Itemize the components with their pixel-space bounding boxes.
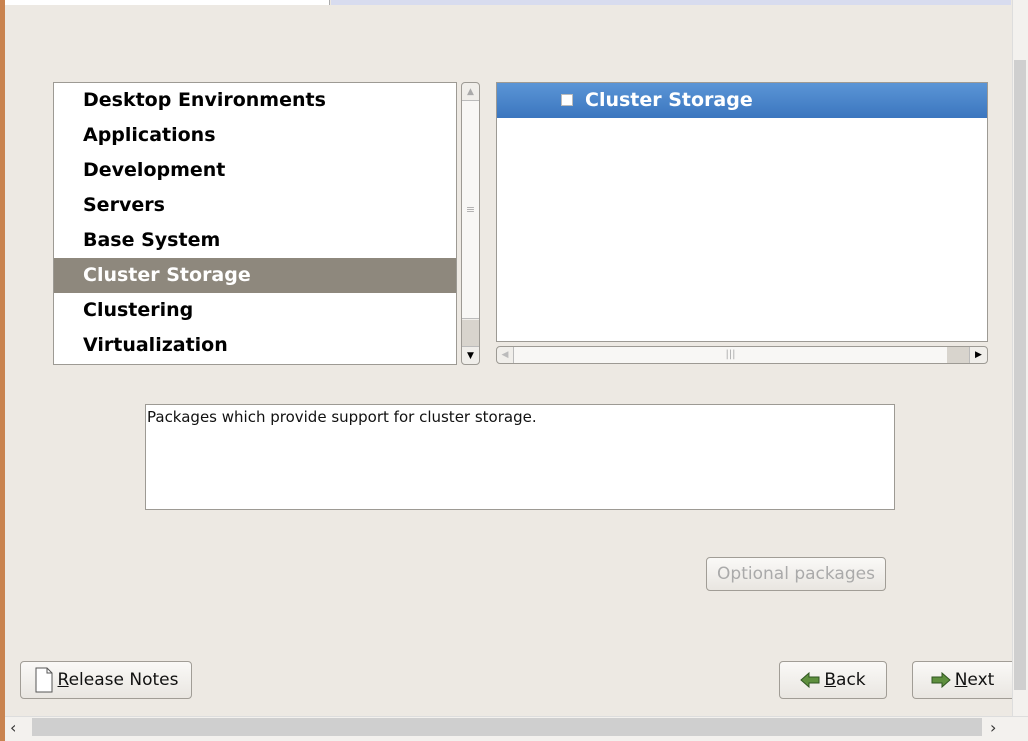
- package-label: Cluster Storage: [585, 89, 753, 111]
- package-group-list: Desktop Environments Applications Develo…: [53, 82, 457, 365]
- package-item[interactable]: Cluster Storage: [497, 83, 987, 118]
- scroll-down-icon[interactable]: ▼: [462, 346, 479, 364]
- group-item[interactable]: Base System: [54, 223, 456, 258]
- scroll-right-icon[interactable]: ▶: [969, 347, 987, 363]
- group-item[interactable]: Desktop Environments: [54, 83, 456, 118]
- scroll-right-icon[interactable]: ›: [990, 718, 996, 737]
- back-button[interactable]: Back: [779, 661, 887, 699]
- group-item[interactable]: Clustering: [54, 293, 456, 328]
- back-label: Back: [824, 670, 866, 690]
- group-item[interactable]: Virtualization: [54, 328, 456, 363]
- group-item[interactable]: Applications: [54, 118, 456, 153]
- group-item[interactable]: Development: [54, 153, 456, 188]
- window-vscroll-thumb[interactable]: [1014, 60, 1026, 690]
- group-description: Packages which provide support for clust…: [145, 404, 895, 510]
- window-hscroll-thumb[interactable]: [32, 718, 982, 736]
- group-item[interactable]: Servers: [54, 188, 456, 223]
- group-list-scrollbar[interactable]: ▲ ≡ ▼: [461, 82, 480, 365]
- next-button[interactable]: Next: [912, 661, 1012, 699]
- release-notes-button[interactable]: Release Notes: [20, 661, 192, 699]
- package-list-hscrollbar[interactable]: ◀ ||| ▶: [496, 346, 988, 364]
- release-notes-label: Release Notes: [57, 670, 179, 690]
- scroll-up-icon[interactable]: ▲: [462, 83, 479, 101]
- scroll-left-icon[interactable]: ◀: [497, 347, 514, 363]
- scroll-left-icon[interactable]: ‹: [10, 718, 16, 737]
- window-edge: [0, 0, 5, 741]
- optional-packages-button[interactable]: Optional packages: [706, 557, 886, 591]
- top-strip-right: [331, 0, 1011, 5]
- document-icon: [35, 667, 53, 693]
- top-strip: [5, 0, 330, 5]
- group-item-selected[interactable]: Cluster Storage: [54, 258, 456, 293]
- package-checkbox[interactable]: [561, 94, 573, 106]
- scroll-thumb[interactable]: ≡: [462, 101, 479, 319]
- arrow-left-icon: [800, 672, 820, 688]
- package-list: Cluster Storage: [496, 82, 988, 342]
- next-label: Next: [954, 670, 995, 690]
- arrow-right-icon: [931, 672, 951, 688]
- scroll-thumb[interactable]: |||: [514, 347, 947, 363]
